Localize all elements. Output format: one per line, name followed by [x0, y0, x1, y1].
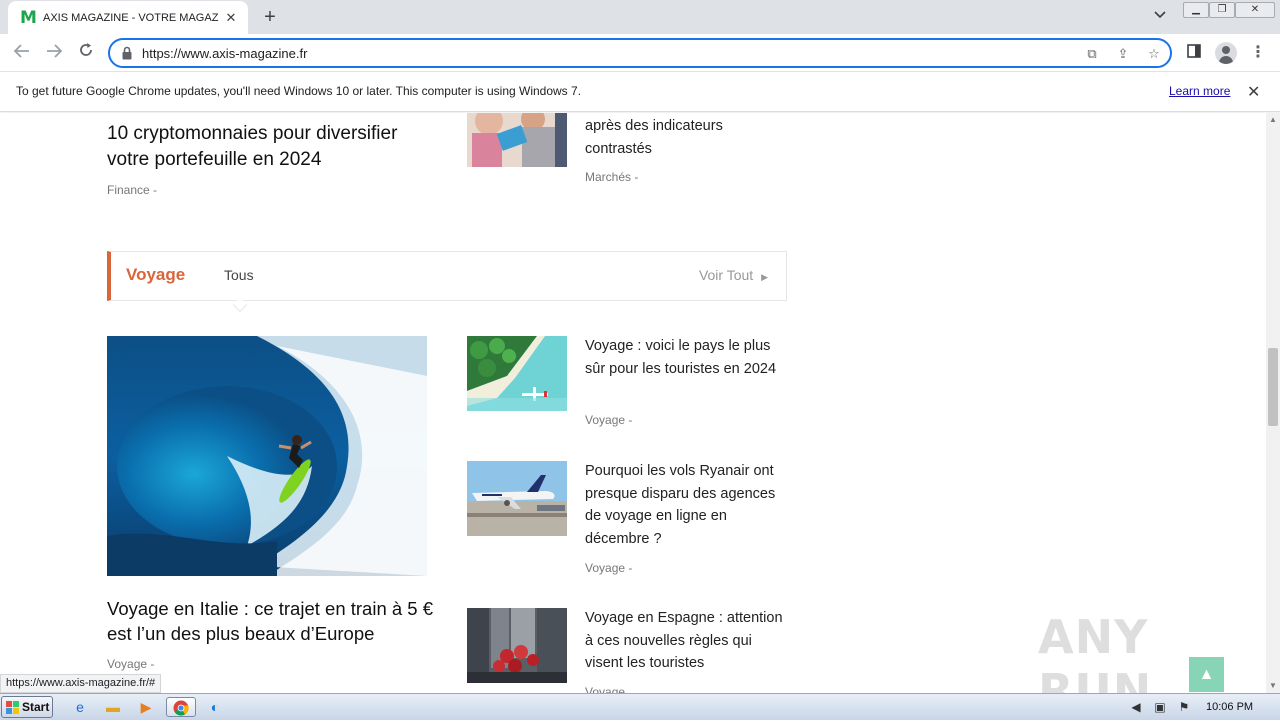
edge-icon[interactable]: ◐: [203, 697, 227, 717]
article-meta: Finance -: [107, 183, 158, 197]
windows-taskbar: Start e ▬ ▶ ◐ ◀ ▣ ⚑ 10:06 PM: [0, 693, 1280, 720]
article-meta: Voyage -: [585, 561, 633, 575]
article-meta: Voyage -: [107, 657, 155, 671]
minimize-button[interactable]: ▁: [1183, 2, 1209, 18]
translate-icon[interactable]: ⧉: [1083, 45, 1101, 63]
view-all-link[interactable]: Voir Tout ▶: [699, 267, 768, 283]
category-link[interactable]: Finance: [107, 183, 150, 197]
window-close-button[interactable]: ✕: [1235, 2, 1275, 18]
voyage-section-header: Voyage Tous Voir Tout ▶: [107, 251, 787, 313]
caret-right-icon: ▶: [761, 272, 768, 282]
volume-icon[interactable]: ◀: [1128, 699, 1144, 715]
side-article-title[interactable]: Voyage : voici le pays le plus sûr pour …: [585, 335, 785, 380]
article-thumbnail-city[interactable]: [467, 608, 567, 683]
tab-pointer: [232, 297, 248, 313]
article-thumbnail-airplane[interactable]: [467, 461, 567, 536]
article-meta: Marchés -: [585, 170, 639, 184]
page-viewport: 10 cryptomonnaies pour diversifier votre…: [0, 113, 1266, 693]
side-panel-icon[interactable]: [1183, 42, 1205, 64]
lock-icon[interactable]: [122, 46, 132, 60]
tab-search-chevron-icon[interactable]: [1150, 8, 1170, 26]
site-favicon-icon: M: [20, 7, 37, 28]
action-center-flag-icon[interactable]: ⚑: [1176, 699, 1192, 715]
windows-logo-icon: [6, 701, 19, 714]
anyrun-watermark: ANY RUN: [1038, 610, 1153, 693]
profile-avatar-icon[interactable]: [1215, 42, 1237, 64]
learn-more-link[interactable]: Learn more: [1169, 84, 1230, 98]
scroll-up-arrow-icon[interactable]: ▲: [1266, 113, 1280, 127]
back-button[interactable]: [10, 42, 34, 64]
share-icon[interactable]: ⇪: [1114, 45, 1132, 63]
url-text[interactable]: https://www.axis-magazine.fr: [142, 46, 307, 61]
scroll-thumb[interactable]: [1268, 348, 1278, 426]
bookmark-star-icon[interactable]: ☆: [1145, 45, 1163, 63]
side-article-title[interactable]: Voyage en Espagne : attention à ces nouv…: [585, 607, 785, 675]
category-link[interactable]: Voyage: [585, 685, 625, 693]
category-link[interactable]: Voyage: [585, 413, 625, 427]
chrome-taskbar-icon[interactable]: [166, 697, 196, 717]
back-to-top-button[interactable]: ▲: [1189, 657, 1224, 692]
page-scrollbar[interactable]: ▲ ▼: [1266, 113, 1280, 693]
file-explorer-icon[interactable]: ▬: [101, 697, 125, 717]
internet-explorer-icon[interactable]: e: [68, 697, 92, 717]
category-link[interactable]: Voyage: [585, 561, 625, 575]
category-link[interactable]: Marchés: [585, 170, 631, 184]
reload-button[interactable]: [74, 42, 98, 64]
browser-tab[interactable]: M AXIS MAGAZINE - VOTRE MAGAZINE ✕: [8, 1, 248, 34]
chevron-up-icon: ▲: [1198, 666, 1215, 683]
article-meta: Voyage: [585, 685, 625, 693]
tab-close-icon[interactable]: ✕: [222, 9, 240, 27]
browser-toolbar: https://www.axis-magazine.fr ⧉ ⇪ ☆ ⋮: [0, 34, 1280, 72]
article-thumbnail-kids-tablet[interactable]: [467, 113, 567, 167]
main-article-title[interactable]: Voyage en Italie : ce trajet en train à …: [107, 596, 437, 646]
section-title: Voyage: [126, 265, 186, 284]
forward-button[interactable]: [42, 42, 66, 64]
start-label: Start: [22, 700, 50, 714]
side-article-title[interactable]: Pourquoi les vols Ryanair ont presque di…: [585, 460, 785, 550]
category-link[interactable]: Voyage: [107, 657, 147, 671]
article-thumbnail-beach[interactable]: [467, 336, 567, 411]
update-infobar: To get future Google Chrome updates, you…: [0, 72, 1280, 112]
scroll-down-arrow-icon[interactable]: ▼: [1266, 679, 1280, 693]
address-bar[interactable]: https://www.axis-magazine.fr ⧉ ⇪ ☆: [108, 38, 1172, 68]
start-button[interactable]: Start: [1, 696, 53, 718]
link-status-bubble: https://www.axis-magazine.fr/#: [0, 674, 162, 693]
network-icon[interactable]: ▣: [1152, 699, 1168, 715]
tab-strip: M AXIS MAGAZINE - VOTRE MAGAZINE ✕ + ▁ ❐…: [0, 0, 1280, 34]
restore-button[interactable]: ❐: [1209, 2, 1235, 18]
article-title-markets[interactable]: après des indicateurs contrastés: [585, 115, 775, 160]
article-title-crypto[interactable]: 10 cryptomonnaies pour diversifier votre…: [107, 121, 437, 173]
tab-tous[interactable]: Tous: [224, 267, 254, 283]
menu-kebab-icon[interactable]: ⋮: [1247, 42, 1269, 64]
article-meta: Voyage -: [585, 413, 633, 427]
infobar-message: To get future Google Chrome updates, you…: [16, 84, 582, 98]
new-tab-button[interactable]: +: [259, 6, 281, 28]
media-player-icon[interactable]: ▶: [134, 697, 158, 717]
infobar-close-icon[interactable]: ✕: [1247, 82, 1260, 102]
hero-image-surfer[interactable]: [107, 336, 427, 576]
taskbar-clock[interactable]: 10:06 PM: [1206, 701, 1253, 713]
tab-title: AXIS MAGAZINE - VOTRE MAGAZINE: [43, 11, 219, 24]
